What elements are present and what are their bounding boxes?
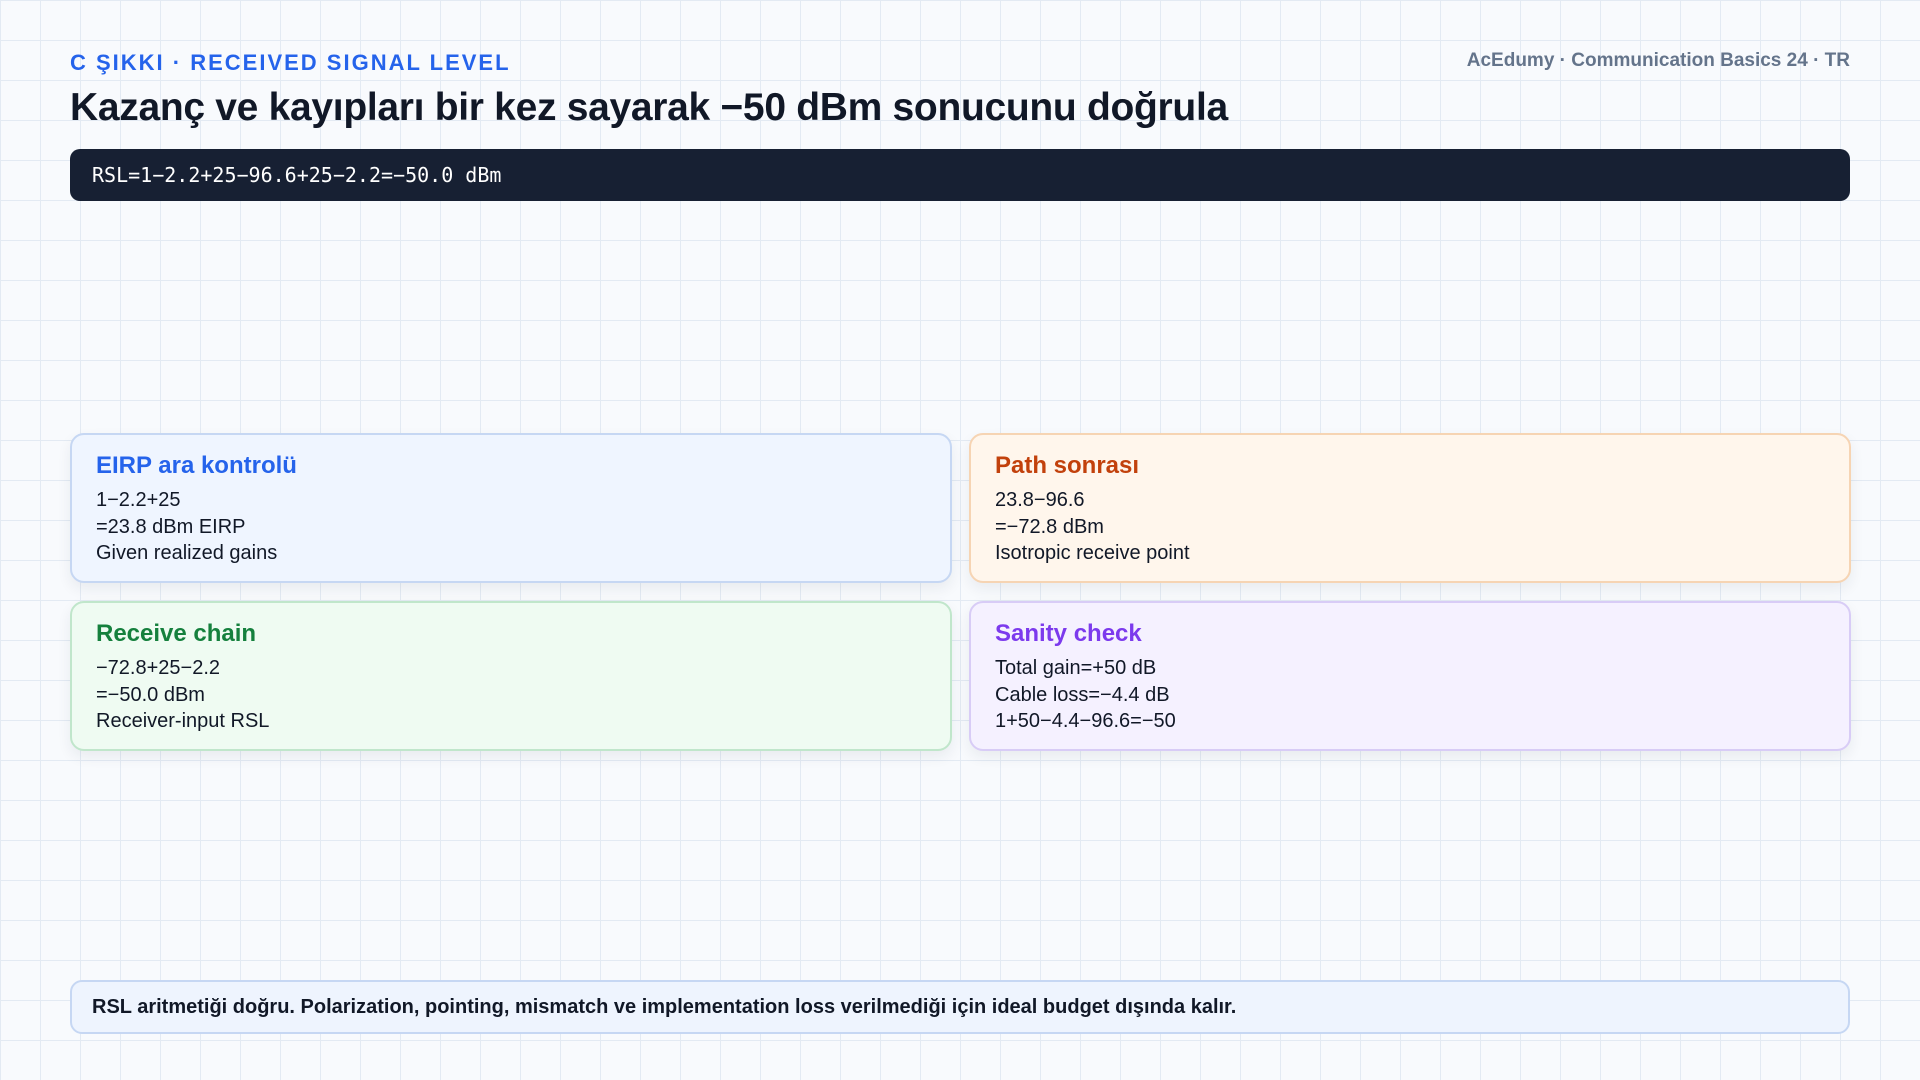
footer-note: RSL aritmetiği doğru. Polarization, poin… (70, 980, 1850, 1034)
card-line: Cable loss=−4.4 dB (995, 683, 1170, 706)
card-line: Receiver-input RSL (96, 710, 270, 732)
card-line: =23.8 dBm EIRP (96, 515, 246, 538)
card-title: Receive chain (96, 620, 257, 647)
page-title: Kazanç ve kayıpları bir kez sayarak −50 … (70, 86, 1228, 129)
card-line: 1−2.2+25 (96, 489, 181, 511)
card-title: Sanity check (995, 620, 1142, 647)
card-line: 23.8−96.6 (995, 489, 1085, 511)
card-line: =−50.0 dBm (96, 683, 205, 706)
kicker-label: C ŞIKKI · RECEIVED SIGNAL LEVEL (70, 50, 511, 75)
card-receive-chain: Receive chain −72.8+25−2.2 =−50.0 dBm Re… (70, 601, 952, 751)
card-line: =−72.8 dBm (995, 515, 1104, 538)
card-eirp-check: EIRP ara kontrolü 1−2.2+25 =23.8 dBm EIR… (70, 433, 952, 583)
card-line: Total gain=+50 dB (995, 657, 1157, 679)
card-line: Isotropic receive point (995, 542, 1190, 564)
card-line: −72.8+25−2.2 (96, 657, 221, 679)
card-sanity-check: Sanity check Total gain=+50 dB Cable los… (969, 601, 1851, 751)
card-title: Path sonrası (995, 452, 1140, 479)
card-after-path: Path sonrası 23.8−96.6 =−72.8 dBm Isotro… (969, 433, 1851, 583)
formula-bar: RSL=1−2.2+25−96.6+25−2.2=−50.0 dBm (70, 149, 1850, 201)
brand-label: AcEdumy · Communication Basics 24 · TR (1466, 50, 1850, 71)
card-line: Given realized gains (96, 542, 278, 564)
card-title: EIRP ara kontrolü (96, 452, 297, 479)
card-line: 1+50−4.4−96.6=−50 (995, 710, 1176, 732)
